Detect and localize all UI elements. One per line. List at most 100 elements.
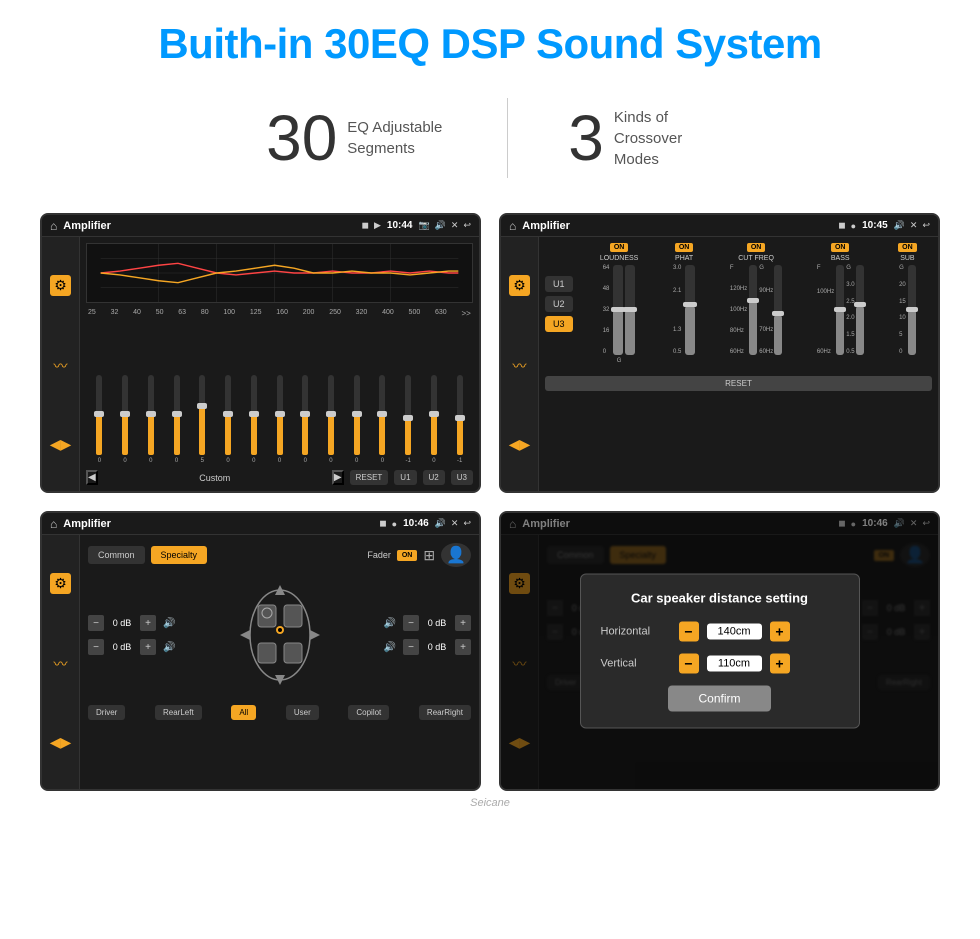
topbar-time-crossover: 10:45: [862, 220, 888, 231]
eq-track-2[interactable]: [148, 375, 154, 455]
bass-track-2[interactable]: [856, 265, 864, 355]
loudness-on[interactable]: ON: [610, 243, 629, 252]
front-right-val: 0 dB: [423, 618, 451, 628]
crossover-wave-icon[interactable]: 〰: [513, 356, 527, 376]
cutfreq-sliders: F 120Hz 100Hz 80Hz 60Hz: [730, 265, 782, 355]
eq-tune-icon[interactable]: ⚙: [50, 275, 71, 296]
rear-right-plus[interactable]: +: [455, 639, 471, 655]
eq-freq-40: 40: [133, 309, 141, 318]
phat-on[interactable]: ON: [675, 243, 694, 252]
front-right-minus[interactable]: −: [403, 615, 419, 631]
spec-vol-icon[interactable]: ◀▶: [50, 734, 72, 751]
channel-bass: ON BASS F 100Hz 60Hz: [817, 243, 864, 364]
eq-track-7[interactable]: [277, 375, 283, 455]
crossover-sidebar: ⚙ 〰 ◀▶: [501, 237, 539, 491]
fader-on-badge[interactable]: ON: [397, 550, 418, 561]
eq-freq-125: 125: [250, 309, 262, 318]
eq-track-8[interactable]: [302, 375, 308, 455]
close-icon[interactable]: ✕: [451, 220, 459, 231]
speaker-front-right-icon: 🔊: [384, 618, 396, 629]
screen-eq: ⌂ Amplifier ◼ ▶ 10:44 📷 🔊 ✕ ↩ ⚙ 〰: [40, 213, 481, 493]
eq-reset-btn[interactable]: RESET: [350, 470, 389, 485]
driver-btn[interactable]: Driver: [88, 705, 125, 720]
rear-left-btn[interactable]: RearLeft: [155, 705, 202, 720]
stat-crossover: 3 Kinds of Crossover Modes: [568, 106, 714, 170]
user-preset-btn[interactable]: User: [286, 705, 319, 720]
eq-track-10[interactable]: [354, 375, 360, 455]
spec-wave-icon[interactable]: 〰: [54, 654, 68, 674]
sub-name: SUB: [900, 255, 914, 262]
record-icon-3: ◼: [379, 518, 386, 529]
home-icon-3[interactable]: ⌂: [50, 517, 57, 531]
copilot-btn[interactable]: Copilot: [348, 705, 389, 720]
bass-track-1[interactable]: [836, 265, 844, 355]
u2-btn[interactable]: U2: [545, 296, 573, 312]
eq-u1-btn[interactable]: U1: [394, 470, 416, 485]
vertical-minus[interactable]: −: [679, 654, 699, 674]
confirm-button[interactable]: Confirm: [668, 686, 770, 712]
eq-prev-btn[interactable]: ◀: [86, 470, 98, 485]
eq-track-13[interactable]: [431, 375, 437, 455]
phat-track[interactable]: [685, 265, 695, 355]
close-icon-3[interactable]: ✕: [451, 518, 459, 529]
front-right-plus[interactable]: +: [455, 615, 471, 631]
eq-track-12[interactable]: [405, 375, 411, 455]
eq-u2-btn[interactable]: U2: [423, 470, 445, 485]
channel-sub: ON SUB G 20 15 10 5 0: [898, 243, 917, 364]
user-icon[interactable]: 👤: [441, 543, 471, 567]
eq-freq-320: 320: [356, 309, 368, 318]
eq-track-1[interactable]: [122, 375, 128, 455]
loudness-track-2[interactable]: [625, 265, 635, 355]
fader-slider-icon[interactable]: ⊞: [423, 547, 435, 564]
rear-right-minus[interactable]: −: [403, 639, 419, 655]
eq-u3-btn[interactable]: U3: [451, 470, 473, 485]
loudness-track-1[interactable]: [613, 265, 623, 355]
volume-icon-2: 🔊: [894, 220, 905, 231]
home-icon-2[interactable]: ⌂: [509, 219, 516, 233]
eq-track-11[interactable]: [379, 375, 385, 455]
sub-track[interactable]: [908, 265, 916, 355]
horizontal-plus[interactable]: +: [770, 622, 790, 642]
crossover-reset-btn[interactable]: RESET: [545, 376, 932, 391]
front-left-plus[interactable]: +: [140, 615, 156, 631]
back-icon-2[interactable]: ↩: [922, 220, 930, 231]
vertical-plus[interactable]: +: [770, 654, 790, 674]
common-btn[interactable]: Common: [88, 546, 145, 564]
all-btn[interactable]: All: [231, 705, 256, 720]
cutfreq-track-1[interactable]: [749, 265, 757, 355]
topbar-right-icons: 📷 🔊 ✕ ↩: [418, 220, 471, 231]
horizontal-minus[interactable]: −: [679, 622, 699, 642]
specialty-btn[interactable]: Specialty: [151, 546, 208, 564]
eq-wave-icon[interactable]: 〰: [54, 356, 68, 376]
cutfreq-on[interactable]: ON: [747, 243, 766, 252]
eq-track-4[interactable]: [199, 375, 205, 455]
more-icon[interactable]: >>: [461, 309, 470, 318]
sub-on[interactable]: ON: [898, 243, 917, 252]
crossover-vol-icon[interactable]: ◀▶: [509, 436, 531, 453]
spec-tune-icon[interactable]: ⚙: [50, 573, 71, 594]
front-left-db: − 0 dB + 🔊: [88, 615, 175, 631]
eq-track-6[interactable]: [251, 375, 257, 455]
back-icon[interactable]: ↩: [463, 220, 471, 231]
rear-left-plus[interactable]: +: [140, 639, 156, 655]
eq-track-0[interactable]: [96, 375, 102, 455]
eq-track-5[interactable]: [225, 375, 231, 455]
eq-track-9[interactable]: [328, 375, 334, 455]
back-icon-3[interactable]: ↩: [463, 518, 471, 529]
u1-btn[interactable]: U1: [545, 276, 573, 292]
eq-next-btn[interactable]: ▶: [332, 470, 344, 485]
eq-track-14[interactable]: [457, 375, 463, 455]
u3-btn[interactable]: U3: [545, 316, 573, 332]
eq-track-3[interactable]: [174, 375, 180, 455]
home-icon[interactable]: ⌂: [50, 219, 57, 233]
bass-name: BASS: [831, 255, 850, 262]
cutfreq-track-2[interactable]: [774, 265, 782, 355]
topbar-crossover: ⌂ Amplifier ◼ ● 10:45 🔊 ✕ ↩: [501, 215, 938, 237]
rear-left-minus[interactable]: −: [88, 639, 104, 655]
close-icon-2[interactable]: ✕: [910, 220, 918, 231]
eq-volume-icon[interactable]: ◀▶: [50, 436, 72, 453]
bass-on[interactable]: ON: [831, 243, 850, 252]
crossover-tune-icon[interactable]: ⚙: [509, 275, 530, 296]
front-left-minus[interactable]: −: [88, 615, 104, 631]
rear-right-btn[interactable]: RearRight: [419, 705, 471, 720]
